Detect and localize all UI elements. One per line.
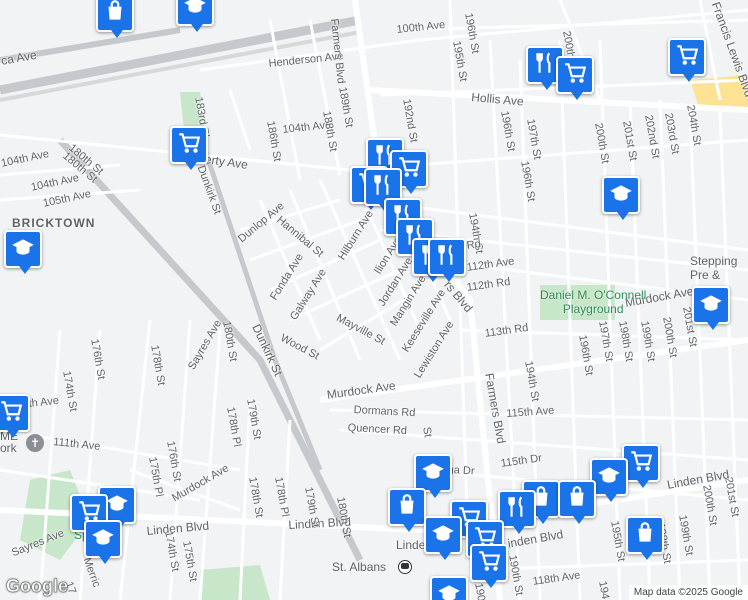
graduation-cap-icon	[182, 0, 208, 23]
pin-restaurant[interactable]	[428, 238, 466, 282]
park-label[interactable]: Daniel M. O'Connell Playground	[540, 288, 646, 316]
graduation-cap-icon	[90, 524, 116, 555]
pin-graduation[interactable]	[84, 520, 122, 564]
shopping-cart-icon	[176, 130, 202, 161]
pin-graduation[interactable]	[414, 454, 452, 498]
train-station-icon[interactable]	[398, 560, 412, 574]
pin-shopping-cart[interactable]	[470, 544, 508, 588]
pin-shopping-bag[interactable]	[558, 480, 596, 524]
shopping-cart-icon	[0, 398, 24, 429]
school-label-stepping[interactable]: Stepping Pre &	[690, 254, 737, 282]
pin-graduation[interactable]	[4, 230, 42, 274]
shopping-bag-icon	[102, 0, 128, 29]
shopping-cart-icon	[674, 42, 700, 73]
shopping-cart-icon	[562, 60, 588, 91]
pin-graduation[interactable]	[424, 516, 462, 560]
shopping-bag-icon	[632, 520, 658, 551]
shopping-bag-icon	[564, 484, 590, 515]
pin-graduation[interactable]	[692, 286, 730, 330]
pin-shopping-cart[interactable]	[170, 126, 208, 170]
graduation-cap-icon	[420, 458, 446, 489]
graduation-cap-icon	[596, 462, 622, 493]
graduation-cap-icon	[698, 290, 724, 321]
pin-shopping-cart[interactable]	[556, 56, 594, 100]
restaurant-icon	[434, 242, 460, 273]
graduation-cap-icon	[430, 520, 456, 551]
restaurant-icon	[532, 50, 558, 81]
map-canvas[interactable]: 100th Ave Henderson Ave Hollis Ave Farme…	[0, 0, 748, 600]
google-logo[interactable]: Google	[6, 576, 69, 597]
pin-shopping-bag[interactable]	[626, 516, 664, 560]
pin-graduation[interactable]	[176, 0, 214, 32]
church-icon[interactable]: ✝	[26, 434, 44, 452]
shopping-bag-icon	[394, 492, 420, 523]
pin-shopping-cart[interactable]	[0, 394, 30, 438]
shopping-cart-icon	[476, 548, 502, 579]
pin-shopping-cart[interactable]	[668, 38, 706, 82]
pin-shopping-bag[interactable]	[388, 488, 426, 532]
graduation-cap-icon	[10, 234, 36, 265]
street-label-frag-st: St	[420, 426, 434, 439]
restaurant-icon	[504, 494, 530, 525]
station-label[interactable]: St. Albans	[332, 560, 386, 574]
pin-graduation[interactable]	[430, 576, 468, 600]
map-attribution[interactable]: Map data ©2025 Google	[628, 585, 748, 600]
neighborhood-label: BRICKTOWN	[12, 216, 96, 230]
graduation-cap-icon	[608, 180, 634, 211]
pin-shopping-bag[interactable]	[96, 0, 134, 38]
pin-graduation[interactable]	[602, 176, 640, 220]
street-label-111th-rd: Rd	[466, 238, 482, 252]
graduation-cap-icon	[436, 580, 462, 600]
shopping-cart-icon	[628, 448, 654, 479]
